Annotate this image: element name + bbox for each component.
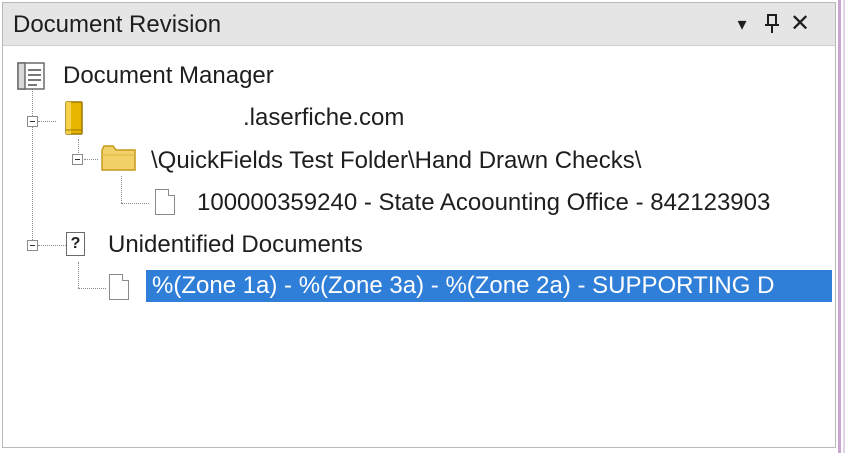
- tree-connector: [84, 159, 98, 160]
- tree-label-document-manager: Document Manager: [63, 62, 274, 89]
- tree-label-selected-document: %(Zone 1a) - %(Zone 3a) - %(Zone 2a) - S…: [146, 270, 832, 302]
- tree-label-repository: .laserfiche.com: [243, 104, 405, 131]
- tree-label-folder: \QuickFields Test Folder\Hand Drawn Chec…: [151, 147, 642, 174]
- document-manager-icon: [17, 61, 47, 96]
- tree-connector: [38, 121, 56, 122]
- document-revision-panel: Document Revision ▾ ✕ Document Manager .…: [2, 2, 836, 448]
- document-tree[interactable]: Document Manager .laserfiche.com \QuickF…: [3, 46, 835, 446]
- close-icon[interactable]: ✕: [787, 9, 813, 39]
- repository-icon: [63, 100, 85, 141]
- collapse-toggle-icon[interactable]: [27, 116, 38, 127]
- tree-connector: [78, 288, 106, 289]
- panel-titlebar: Document Revision ▾ ✕: [3, 3, 835, 46]
- tree-connector: [121, 176, 122, 203]
- pin-icon[interactable]: [759, 9, 785, 39]
- tree-label-document: 100000359240 - State Acoounting Office -…: [197, 189, 771, 216]
- tree-connector: [38, 245, 66, 246]
- document-icon: [155, 189, 175, 215]
- tree-connector: [32, 86, 33, 244]
- dropdown-arrow-icon[interactable]: ▾: [729, 9, 755, 39]
- collapse-toggle-icon[interactable]: [27, 240, 38, 251]
- tree-connector: [121, 203, 149, 204]
- window-edge: [838, 0, 841, 453]
- folder-icon: [101, 144, 137, 177]
- question-mark-icon: ?: [66, 232, 85, 256]
- window-edge-shadow: [843, 0, 845, 453]
- tree-label-unidentified-documents: Unidentified Documents: [108, 231, 363, 258]
- collapse-toggle-icon[interactable]: [72, 154, 83, 165]
- tree-connector: [78, 262, 79, 288]
- document-icon: [109, 274, 129, 300]
- panel-title: Document Revision: [13, 11, 222, 38]
